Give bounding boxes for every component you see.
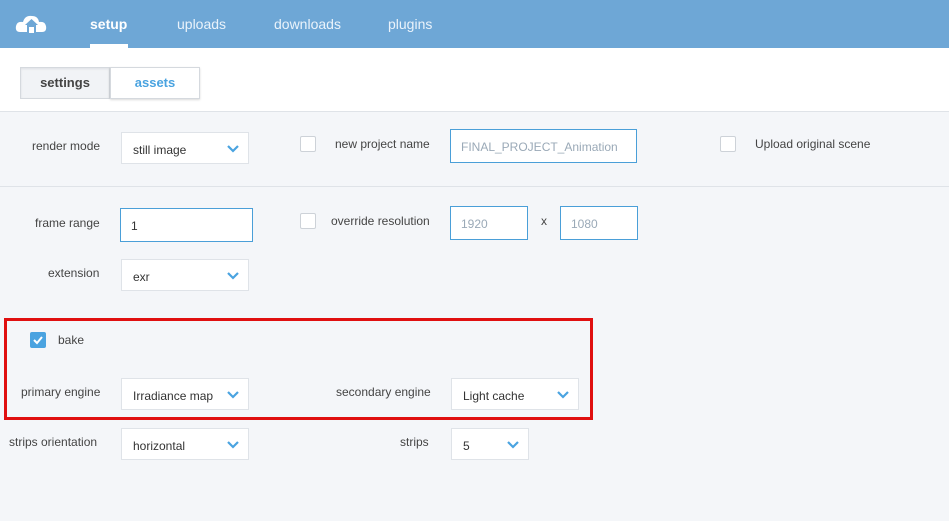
nav-plugins[interactable]: plugins bbox=[388, 16, 432, 32]
nav-setup[interactable]: setup bbox=[90, 16, 127, 32]
resolution-separator: x bbox=[541, 214, 547, 228]
tab-bar: settings assets bbox=[0, 48, 949, 112]
upload-original-scene-label: Upload original scene bbox=[755, 137, 871, 151]
secondary-engine-label: secondary engine bbox=[336, 385, 431, 399]
primary-engine-value: Irradiance map bbox=[133, 389, 214, 403]
cloud-house-icon[interactable] bbox=[14, 10, 50, 38]
bake-checkbox[interactable] bbox=[30, 332, 46, 348]
override-resolution-checkbox[interactable] bbox=[300, 213, 316, 229]
nav-uploads[interactable]: uploads bbox=[177, 16, 226, 32]
new-project-name-input[interactable]: FINAL_PROJECT_Animation bbox=[450, 129, 637, 163]
chevron-down-icon bbox=[557, 391, 569, 399]
strips-label: strips bbox=[400, 435, 429, 449]
frame-range-label: frame range bbox=[35, 216, 100, 230]
extension-select[interactable]: exr bbox=[121, 259, 249, 291]
strips-orientation-select[interactable]: horizontal bbox=[121, 428, 249, 460]
tab-settings[interactable]: settings bbox=[20, 67, 110, 99]
tab-assets[interactable]: assets bbox=[110, 67, 200, 99]
strips-orientation-label: strips orientation bbox=[9, 435, 98, 449]
strips-select[interactable]: 5 bbox=[451, 428, 529, 460]
render-mode-value: still image bbox=[133, 143, 187, 157]
primary-engine-select[interactable]: Irradiance map bbox=[121, 378, 249, 410]
resolution-width-input[interactable]: 1920 bbox=[450, 206, 528, 240]
chevron-down-icon bbox=[227, 145, 239, 153]
chevron-down-icon bbox=[227, 272, 239, 280]
render-mode-select[interactable]: still image bbox=[121, 132, 249, 164]
frame-range-input[interactable]: 1 bbox=[120, 208, 253, 242]
upload-original-scene-checkbox[interactable] bbox=[720, 136, 736, 152]
check-icon bbox=[33, 336, 43, 345]
override-resolution-label: override resolution bbox=[331, 214, 430, 228]
extension-value: exr bbox=[133, 270, 150, 284]
bake-label: bake bbox=[58, 333, 85, 347]
chevron-down-icon bbox=[227, 441, 239, 449]
nav-downloads[interactable]: downloads bbox=[274, 16, 341, 32]
new-project-name-checkbox[interactable] bbox=[300, 136, 316, 152]
secondary-engine-select[interactable]: Light cache bbox=[451, 378, 579, 410]
top-nav-bar: setup uploads downloads plugins bbox=[0, 0, 949, 48]
resolution-height-input[interactable]: 1080 bbox=[560, 206, 638, 240]
extension-label: extension bbox=[48, 266, 100, 280]
strips-value: 5 bbox=[463, 439, 470, 453]
render-mode-label: render mode bbox=[32, 139, 101, 153]
chevron-down-icon bbox=[507, 441, 519, 449]
new-project-name-label: new project name bbox=[335, 137, 430, 151]
strips-orientation-value: horizontal bbox=[133, 439, 186, 453]
chevron-down-icon bbox=[227, 391, 239, 399]
primary-engine-label: primary engine bbox=[21, 385, 101, 399]
secondary-engine-value: Light cache bbox=[463, 389, 525, 403]
